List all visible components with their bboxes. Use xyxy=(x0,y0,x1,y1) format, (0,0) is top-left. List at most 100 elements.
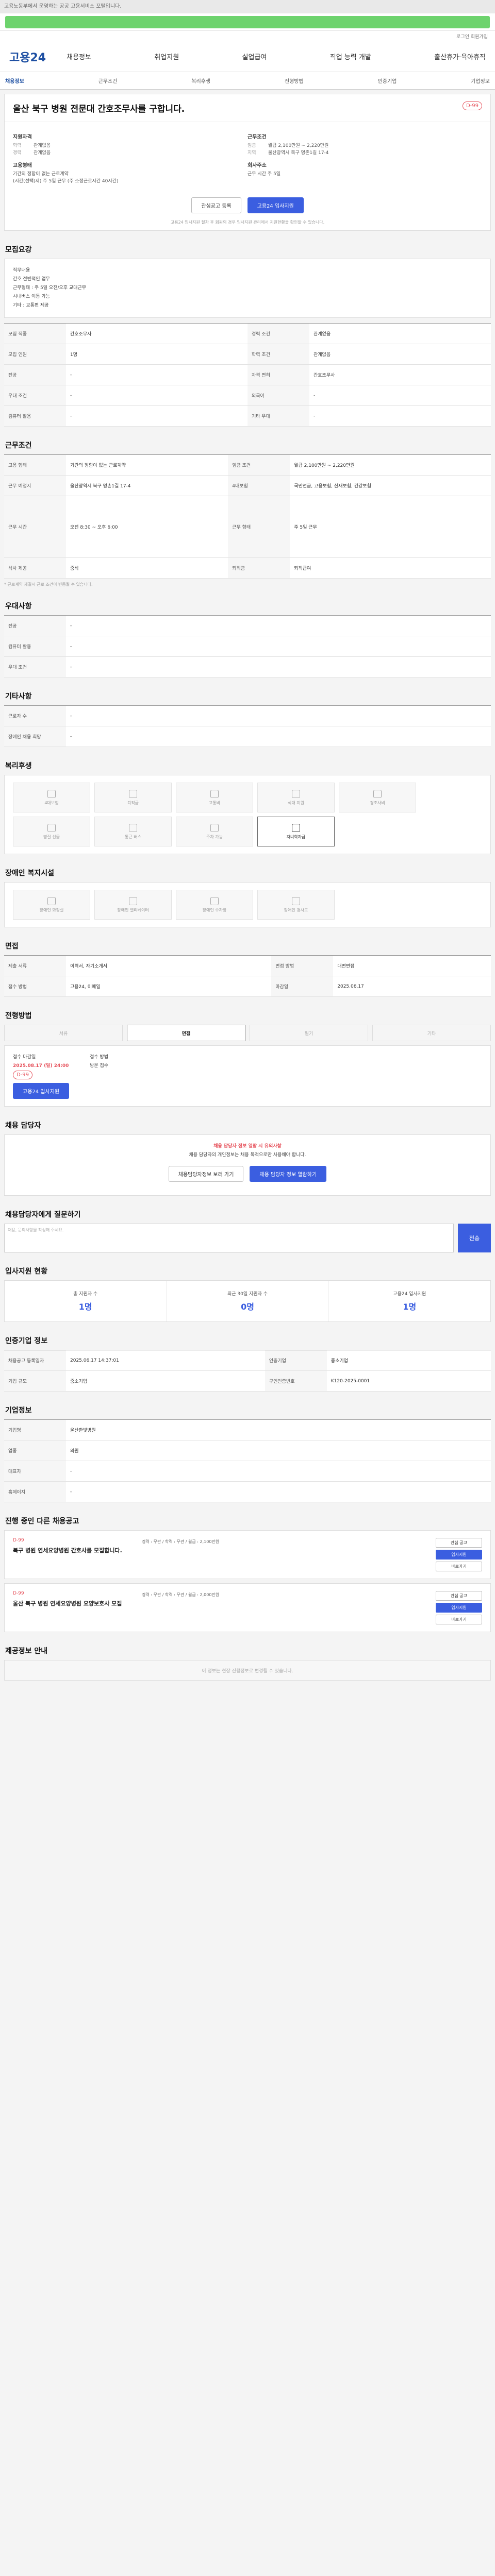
th: 업종 xyxy=(4,1440,66,1461)
mini-button[interactable]: 바로가기 xyxy=(436,1615,482,1624)
apply-tab[interactable]: 기타 xyxy=(372,1025,491,1041)
disabled-facility-grid: 장애인 화장실 장애인 엘리베이터 장애인 주차장 장애인 경사로 xyxy=(4,882,491,927)
benefit-label: 명절 선물 xyxy=(43,834,60,839)
tab-item[interactable]: 채용정보 xyxy=(5,77,24,84)
qna-send-button[interactable]: 전송 xyxy=(458,1224,491,1252)
description-box: 직무내용 간호 전반적인 업무 근무형태 : 주 5일 오전/오후 교대근무 시… xyxy=(4,259,491,318)
td: - xyxy=(66,636,491,657)
apply-tab[interactable]: 서류 xyxy=(4,1025,123,1041)
gnb-item[interactable]: 취업지원 xyxy=(154,52,179,61)
desc-line: 기타 : 교통편 제공 xyxy=(13,303,49,308)
section-title: 채용 담당자 xyxy=(5,1122,41,1130)
summary-heading: 회사주소 xyxy=(248,163,267,168)
td: - xyxy=(66,1481,491,1502)
td: - xyxy=(309,405,491,427)
desc-line: 근무형태 : 주 5일 오전/오후 교대근무 xyxy=(13,285,87,291)
th: 전공 xyxy=(4,615,66,636)
th: 고용 형태 xyxy=(4,454,66,476)
benefit-item: 명절 선물 xyxy=(13,817,90,846)
stat-item: 고용24 입사지원 1명 xyxy=(329,1281,490,1321)
search-bar-area xyxy=(0,13,495,31)
contact-open-button[interactable]: 채용 담당자 정보 열람하기 xyxy=(250,1166,327,1182)
td: 1명 xyxy=(66,344,248,365)
value: 월급 2,100만원 ~ 2,220만원 xyxy=(268,143,329,148)
gnb-item[interactable]: 실업급여 xyxy=(242,52,267,61)
site-logo[interactable]: 고용24 xyxy=(9,48,46,65)
apply-button[interactable]: 고용24 입사지원 xyxy=(247,197,304,213)
dday: D-99 xyxy=(13,1538,24,1543)
td: - xyxy=(66,656,491,677)
tab-item[interactable]: 근무조건 xyxy=(98,77,118,84)
td: - xyxy=(66,385,248,406)
th: 4대보험 xyxy=(228,475,290,496)
th: 컴퓨터 활용 xyxy=(4,636,66,657)
section-title: 진행 중인 다른 채용공고 xyxy=(5,1517,79,1526)
td: 오전 8:30 ~ 오후 6:00 xyxy=(66,496,228,558)
gnb-item[interactable]: 채용정보 xyxy=(67,52,91,61)
apply-button[interactable]: 고용24 입사지원 xyxy=(13,1083,70,1099)
label: 접수 마감일 xyxy=(13,1055,36,1060)
related-job[interactable]: D-99 울산 북구 병원 연세요양병원 요양보호사 모집 경력 : 무관 / 학… xyxy=(4,1583,491,1632)
scrap-button[interactable]: 관심공고 등록 xyxy=(191,197,241,213)
benefit-label: 경조사비 xyxy=(370,800,385,805)
td: 이력서, 자기소개서 xyxy=(66,955,272,976)
gnb-item[interactable]: 직업 능력 개발 xyxy=(330,52,371,61)
tab-item[interactable]: 기업정보 xyxy=(471,77,490,84)
mini-button[interactable]: 입사지원 xyxy=(436,1603,482,1613)
th: 기타 우대 xyxy=(248,405,309,427)
tab-item[interactable]: 전형방법 xyxy=(285,77,304,84)
section-title: 제공정보 안내 xyxy=(5,1647,48,1655)
work-condition-table: 고용 형태 기간의 정함이 없는 근로계약 임금 조건 월급 2,100만원 ~ 2,… xyxy=(4,454,491,579)
dday: D-99 xyxy=(13,1591,24,1596)
td: 퇴직급여 xyxy=(290,557,491,579)
search-input[interactable] xyxy=(5,15,490,28)
facility-item: 장애인 엘리베이터 xyxy=(94,890,172,920)
benefit-label: 자녀학자금 xyxy=(286,834,306,839)
td: 간호조무사 xyxy=(309,364,491,385)
qna-input[interactable]: 채용, 문의사항을 작성해 주세요. xyxy=(4,1224,454,1252)
related-meta: 경력 : 무관 / 학력 : 무관 / 월급 : 2,100만원 xyxy=(142,1539,220,1544)
mini-button[interactable]: 입사지원 xyxy=(436,1550,482,1560)
mini-button[interactable]: 바로가기 xyxy=(436,1562,482,1571)
benefit-label: 4대보험 xyxy=(44,800,59,805)
td: 울산광역시 북구 명촌1길 17-4 xyxy=(66,475,228,496)
stat-value: 1명 xyxy=(403,1302,417,1312)
value: 관계없음 xyxy=(34,143,51,148)
th: 컴퓨터 활용 xyxy=(4,405,66,427)
th: 근로자 수 xyxy=(4,705,66,726)
td: - xyxy=(66,726,491,747)
td: K120-2025-0001 xyxy=(326,1370,491,1392)
apply-tab[interactable]: 필기 xyxy=(250,1025,368,1041)
related-title[interactable]: 울산 북구 병원 연세요양병원 요양보호사 모집 xyxy=(13,1599,142,1607)
requirements-table: 모집 직종 간호조무사 경력 조건 관계없음 모집 인원 1명 학력 조건 관계없음 전공 -… xyxy=(4,323,491,427)
benefit-label: 주차 가능 xyxy=(206,834,223,839)
section-title: 우대사항 xyxy=(5,602,32,611)
label: 경력 xyxy=(13,150,22,156)
tab-item[interactable]: 인증기업 xyxy=(378,77,397,84)
contact-view-button[interactable]: 채용담당자정보 보러 가기 xyxy=(168,1166,244,1182)
th: 기업 규모 xyxy=(4,1370,66,1392)
mini-button[interactable]: 관심 공고 xyxy=(436,1538,482,1548)
facility-label: 장애인 주차장 xyxy=(202,907,227,912)
related-title[interactable]: 북구 병원 연세요양병원 간호사를 모집합니다. xyxy=(13,1546,142,1554)
mini-button[interactable]: 관심 공고 xyxy=(436,1591,482,1601)
facility-icon xyxy=(47,896,56,905)
td: 울산한빛병원 xyxy=(66,1419,491,1440)
td: 대면면접 xyxy=(333,955,491,976)
gnb-item[interactable]: 출산휴가·육아휴직 xyxy=(434,52,486,61)
desc-line: 직무내용 xyxy=(13,268,30,273)
tab-item[interactable]: 복리후생 xyxy=(191,77,210,84)
global-nav: 고용24 채용정보 취업지원 실업급여 직업 능력 개발 출산휴가·육아휴직 xyxy=(0,41,495,72)
util-links[interactable]: 로그인 회원가입 xyxy=(0,31,495,41)
job-title: 울산 북구 병원 전문대 간호조무사를 구합니다. xyxy=(13,104,185,114)
desc-line: 간호 전반적인 업무 xyxy=(13,277,50,282)
th: 면접 방법 xyxy=(271,955,334,976)
apply-stats: 총 지원자 수 1명 최근 30일 지원자 수 0명 고용24 입사지원 1명 xyxy=(4,1280,491,1322)
related-job[interactable]: D-99 북구 병원 연세요양병원 간호사를 모집합니다. 경력 : 무관 / 학… xyxy=(4,1530,491,1579)
apply-tab-active[interactable]: 면접 xyxy=(127,1025,245,1041)
value: 울산광역시 북구 명촌1길 17-4 xyxy=(268,150,329,156)
benefit-icon xyxy=(373,789,382,798)
th: 경력 조건 xyxy=(248,323,309,344)
td: 의원 xyxy=(66,1440,491,1461)
section-title: 기타사항 xyxy=(5,692,32,701)
